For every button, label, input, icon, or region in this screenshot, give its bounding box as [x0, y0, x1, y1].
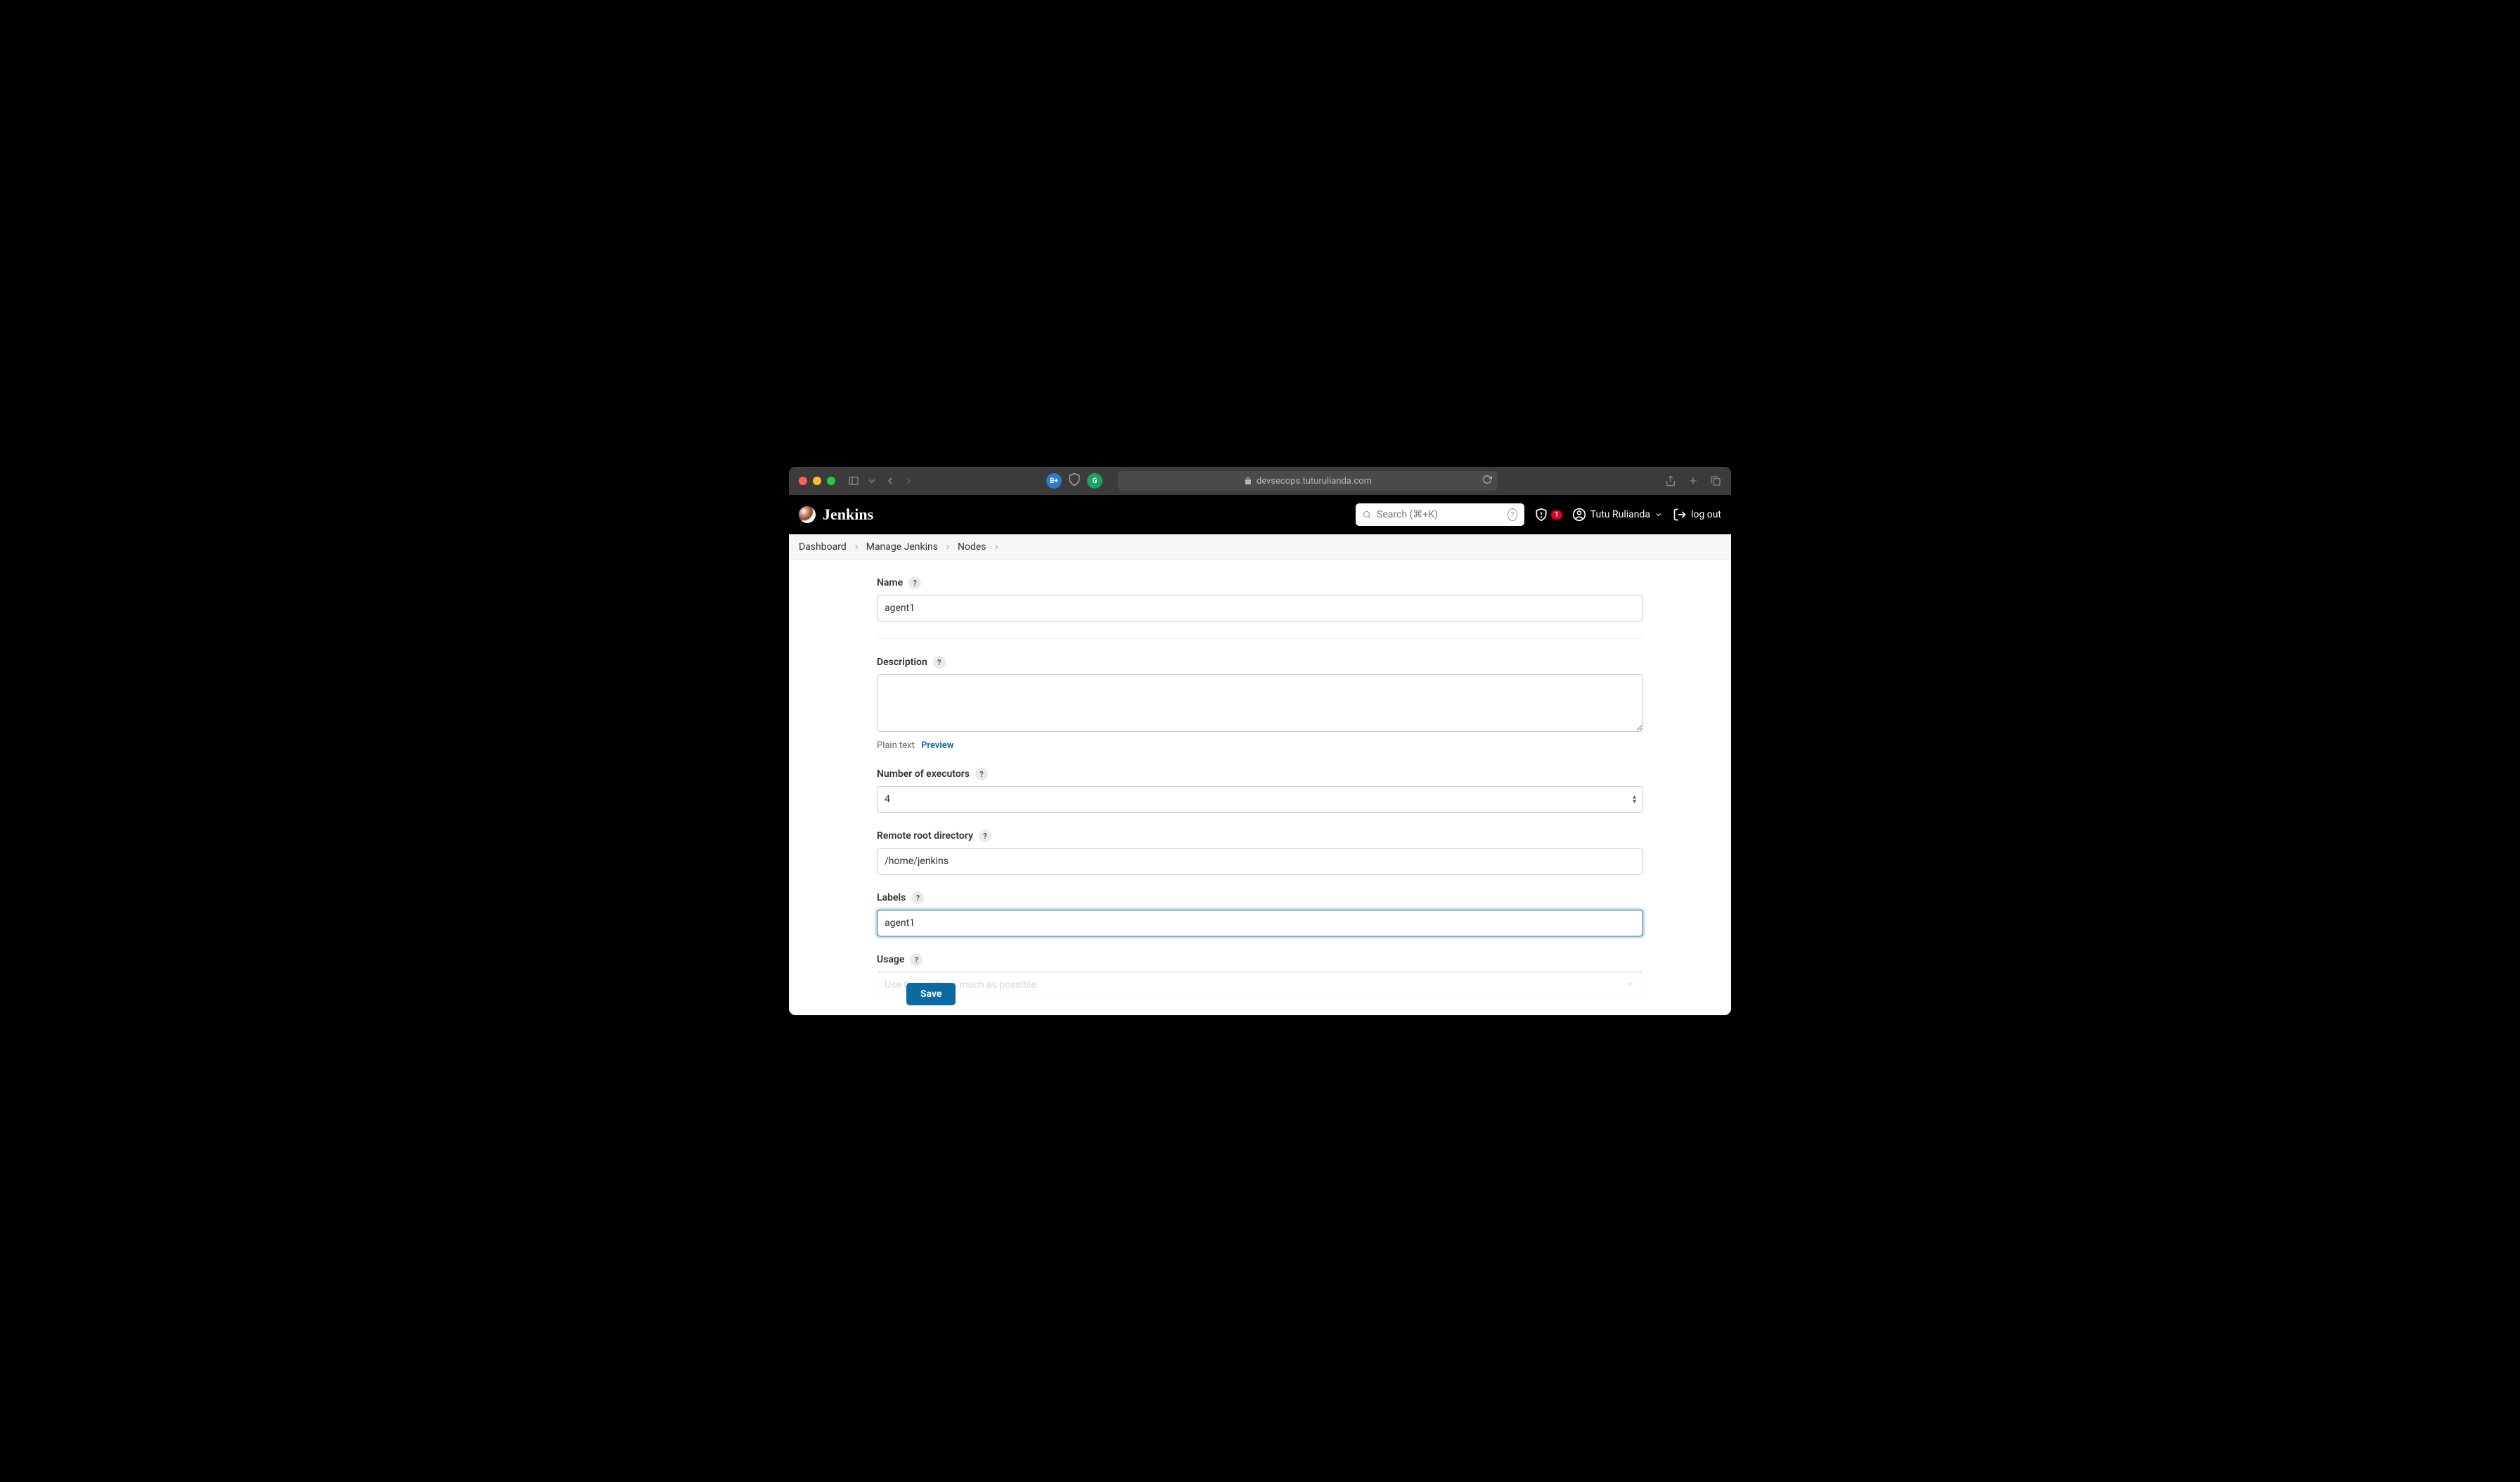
address-bar[interactable]: devsecops.tuturulianda.com [1118, 471, 1498, 491]
chevron-right-icon [992, 543, 1001, 551]
breadcrumb-manage-jenkins[interactable]: Manage Jenkins [866, 541, 938, 553]
save-button[interactable]: Save [906, 983, 956, 1005]
name-label: Name [877, 577, 903, 588]
jenkins-logo[interactable]: Jenkins [799, 505, 873, 524]
save-bar: Save [789, 973, 1731, 1015]
executors-label: Number of executors [877, 768, 970, 780]
browser-window: B+ G devsecops.tuturulianda.com [789, 467, 1731, 1015]
jenkins-logo-icon [799, 506, 816, 523]
back-button[interactable] [885, 475, 896, 487]
help-icon[interactable]: ? [911, 891, 924, 904]
content-area: Name ? Description ? Plain text Preview [789, 560, 1731, 1015]
plain-text-label: Plain text [877, 740, 915, 751]
logout-icon [1673, 508, 1687, 522]
new-tab-icon[interactable] [1688, 475, 1699, 487]
search-box[interactable]: ? [1356, 503, 1524, 526]
description-textarea[interactable] [877, 674, 1643, 732]
breadcrumbs: Dashboard Manage Jenkins Nodes [789, 534, 1731, 560]
titlebar: B+ G devsecops.tuturulianda.com [789, 467, 1731, 495]
close-window-button[interactable] [799, 477, 807, 485]
alerts-button[interactable]: 1 [1534, 508, 1562, 522]
form-group-name: Name ? [877, 576, 1643, 639]
tabs-icon[interactable] [1710, 475, 1721, 487]
name-input[interactable] [877, 595, 1643, 621]
help-icon[interactable]: ? [933, 656, 946, 669]
maximize-window-button[interactable] [827, 477, 835, 485]
breadcrumb-dashboard[interactable]: Dashboard [799, 541, 847, 553]
chevron-right-icon [944, 543, 952, 551]
share-icon[interactable] [1665, 475, 1676, 487]
help-icon[interactable]: ? [910, 953, 922, 966]
preview-link[interactable]: Preview [921, 740, 953, 751]
url-text: devsecops.tuturulianda.com [1256, 476, 1372, 487]
remote-root-input[interactable] [877, 848, 1643, 875]
alert-shield-icon [1534, 508, 1548, 522]
chevron-right-icon [852, 543, 861, 551]
alert-count-badge: 1 [1551, 510, 1562, 520]
chevron-down-icon[interactable] [866, 475, 878, 487]
jenkins-logo-text: Jenkins [823, 505, 873, 524]
user-menu[interactable]: Tutu Rulianda [1572, 508, 1663, 522]
search-icon [1363, 509, 1371, 520]
executors-input[interactable] [877, 786, 1643, 813]
extension-badge-1[interactable]: B+ [1046, 473, 1062, 489]
remote-root-label: Remote root directory [877, 830, 973, 842]
labels-label: Labels [877, 892, 906, 903]
number-stepper-icon[interactable]: ▴▾ [1633, 794, 1636, 804]
form-group-executors: Number of executors ? ▴▾ [877, 768, 1643, 813]
user-icon [1572, 508, 1586, 522]
sidebar-toggle-icon[interactable] [848, 475, 859, 487]
forward-button[interactable] [903, 475, 914, 487]
jenkins-header: Jenkins ? 1 Tutu Rulianda log out [789, 495, 1731, 534]
form-group-description: Description ? Plain text Preview [877, 656, 1643, 751]
traffic-lights [799, 477, 835, 485]
form-group-labels: Labels ? [877, 891, 1643, 936]
logout-text: log out [1691, 509, 1721, 520]
chevron-down-icon [1654, 510, 1663, 519]
description-label: Description [877, 657, 927, 668]
help-icon[interactable]: ? [979, 830, 991, 842]
search-help-icon[interactable]: ? [1508, 508, 1517, 521]
minimize-window-button[interactable] [813, 477, 821, 485]
help-icon[interactable]: ? [975, 768, 988, 780]
usage-label: Usage [877, 954, 904, 965]
lock-icon [1244, 477, 1252, 485]
breadcrumb-nodes[interactable]: Nodes [958, 541, 986, 553]
form-group-remote-root: Remote root directory ? [877, 830, 1643, 875]
refresh-icon[interactable] [1482, 475, 1492, 487]
help-icon[interactable]: ? [908, 576, 921, 589]
node-form: Name ? Description ? Plain text Preview [877, 576, 1643, 1015]
username-text: Tutu Rulianda [1590, 509, 1650, 520]
labels-input[interactable] [877, 910, 1643, 936]
search-input[interactable] [1377, 509, 1502, 520]
logout-button[interactable]: log out [1673, 508, 1721, 522]
extension-badge-2[interactable]: G [1087, 473, 1102, 489]
shield-icon[interactable] [1067, 472, 1081, 489]
